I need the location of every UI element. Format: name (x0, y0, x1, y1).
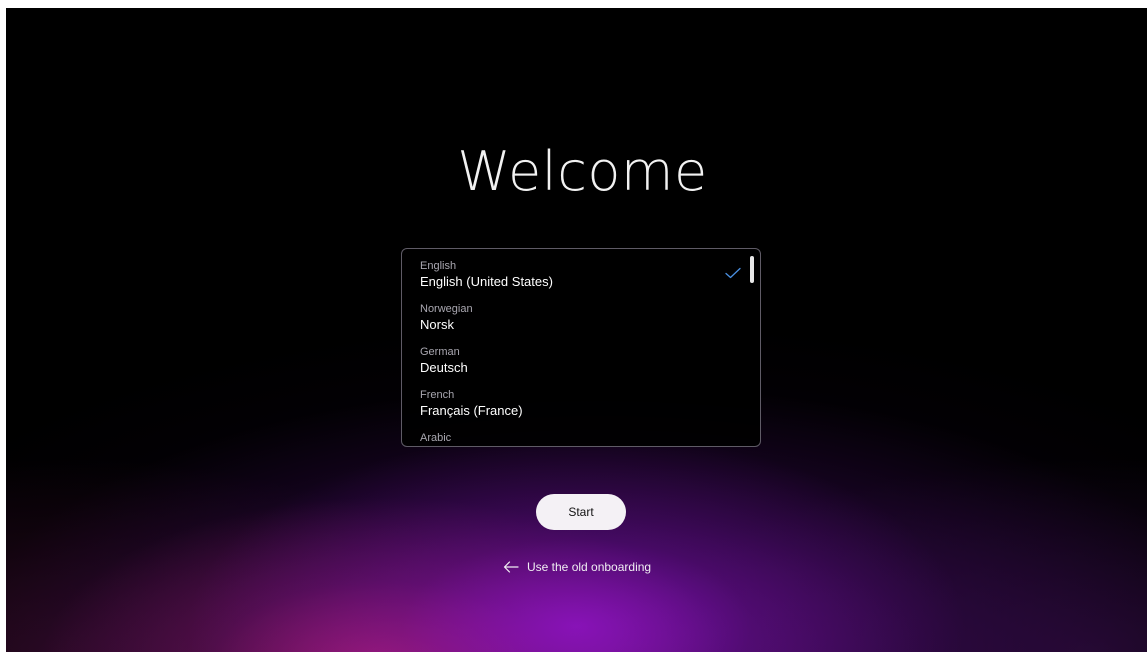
language-name: English (420, 260, 457, 272)
language-native-name: Deutsch (420, 360, 468, 375)
language-name: German (420, 346, 460, 358)
checkmark-icon (725, 267, 741, 279)
language-native-name: Français (France) (420, 403, 523, 418)
language-item-norwegian[interactable]: Norwegian Norsk (420, 303, 720, 333)
arrow-left-icon (503, 561, 519, 573)
language-item-arabic[interactable]: Arabic (420, 432, 720, 445)
language-item-french[interactable]: French Français (France) (420, 389, 720, 419)
scrollbar-thumb[interactable] (750, 256, 754, 283)
language-name: Arabic (420, 432, 452, 444)
language-item-english[interactable]: English English (United States) (420, 260, 720, 290)
start-button[interactable]: Start (536, 494, 626, 530)
language-list[interactable]: English English (United States) Norwegia… (401, 248, 761, 447)
welcome-title: Welcome (457, 140, 708, 203)
language-native-name: English (United States) (420, 274, 553, 289)
language-item-german[interactable]: German Deutsch (420, 346, 720, 376)
language-name: Norwegian (420, 303, 473, 315)
old-onboarding-link[interactable]: Use the old onboarding (503, 558, 651, 576)
onboarding-screen: Welcome English English (United States) … (6, 8, 1147, 652)
language-name: French (420, 389, 455, 401)
old-onboarding-label: Use the old onboarding (527, 560, 652, 574)
language-native-name: Norsk (420, 317, 454, 332)
